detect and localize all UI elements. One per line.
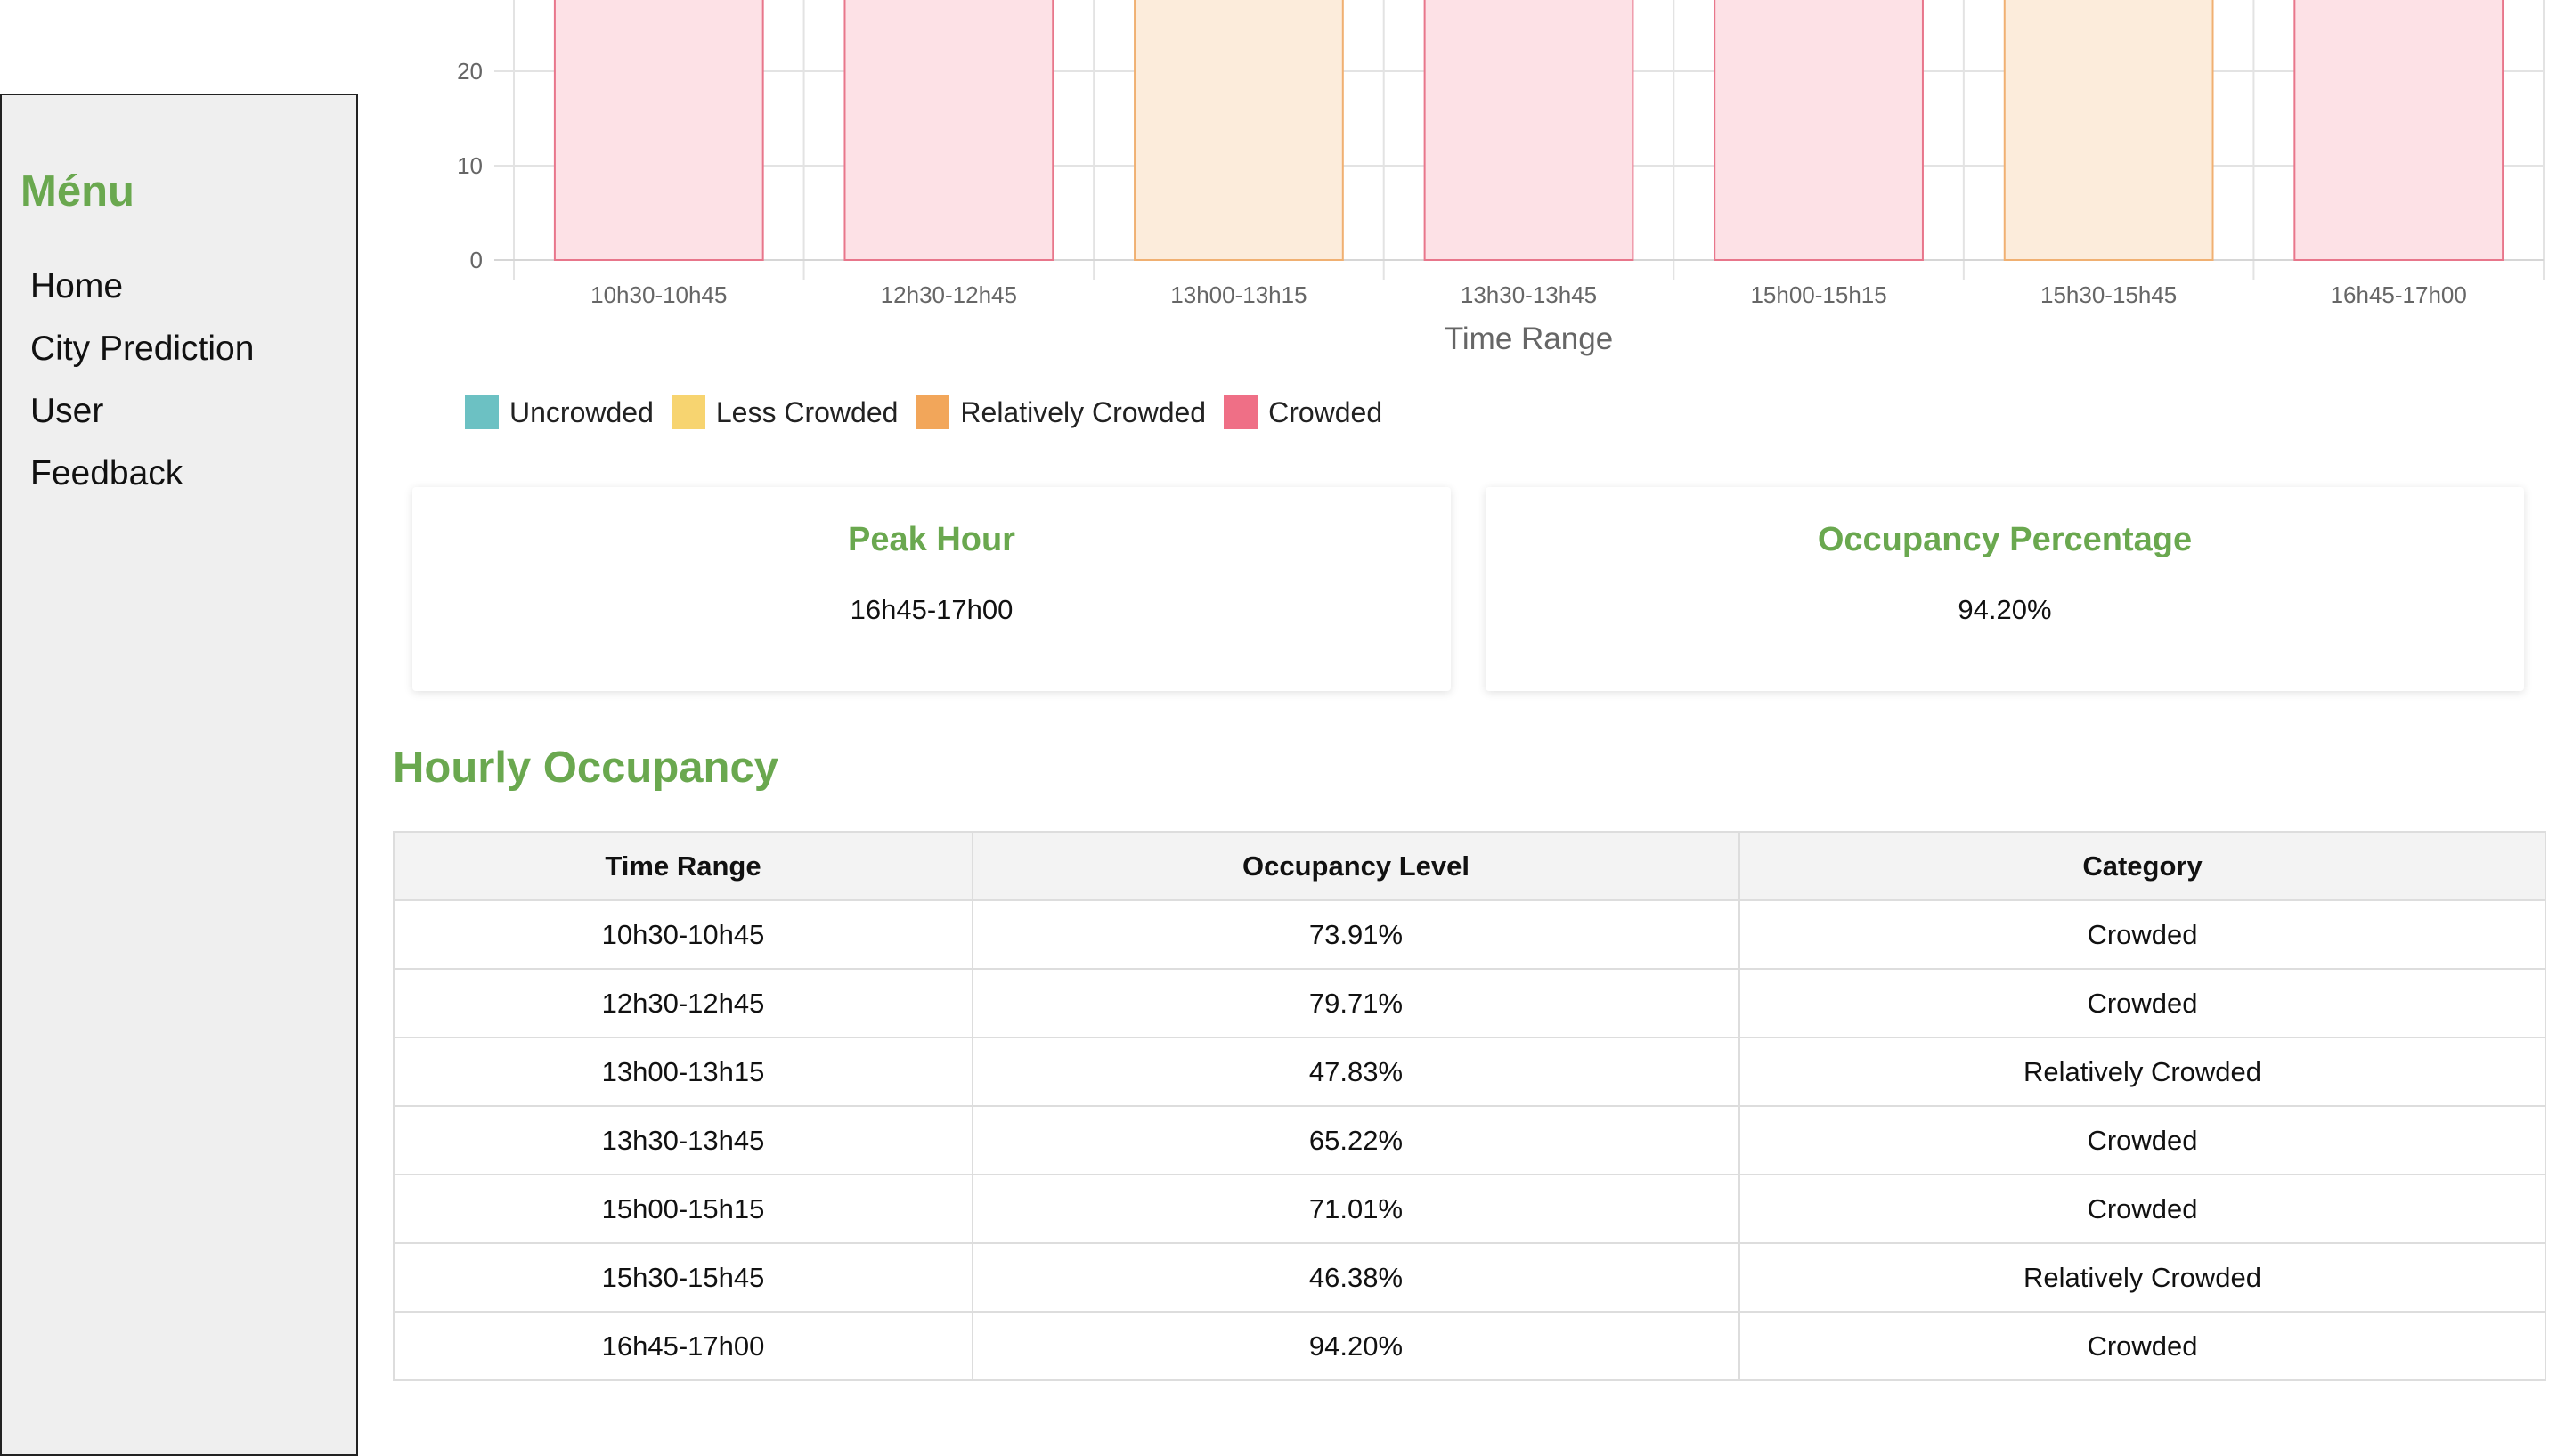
legend-label-uncrowded: Uncrowded [509,395,654,428]
bar-13h00-13h15 [1134,0,1344,261]
cell-category: Crowded [1738,1311,2546,1381]
cell-time-range: 13h00-13h15 [393,1037,973,1107]
sidebar-title: Ménu [20,167,134,216]
bar-12h30-12h45 [843,0,1054,261]
cell-time-range: 13h30-13h45 [393,1105,973,1175]
cell-time-range: 15h00-15h15 [393,1174,973,1244]
legend-label-relatively-crowded: Relatively Crowded [960,395,1207,428]
occupancy-percentage-value: 94.20% [1958,594,2052,625]
sidebar-item-feedback[interactable]: Feedback [30,443,254,505]
y-tick-label: 20 [457,58,483,85]
cell-category: Relatively Crowded [1738,1242,2546,1313]
peak-hour-title: Peak Hour [848,521,1015,558]
bar-15h30-15h45 [2003,0,2214,261]
y-tick-label: 0 [470,247,483,273]
cell-category: Crowded [1738,899,2546,970]
header-occupancy-level: Occupancy Level [972,831,1740,901]
sidebar-item-user[interactable]: User [30,380,254,443]
legend-item-crowded[interactable]: Crowded [1224,395,1382,429]
legend-label-crowded: Crowded [1268,395,1383,428]
cell-occupancy-level: 73.91% [972,899,1740,970]
cell-category: Crowded [1738,1105,2546,1175]
chart-legend: Uncrowded Less Crowded Relatively Crowde… [465,395,1400,429]
x-axis-title: Time Range [1445,321,1613,356]
cell-category: Relatively Crowded [1738,1037,2546,1107]
table-row: 15h00-15h15 71.01% Crowded [393,1174,2546,1244]
occupancy-percentage-title: Occupancy Percentage [1817,521,2193,558]
x-tick-label: 12h30-12h45 [881,281,1017,308]
peak-hour-value: 16h45-17h00 [850,594,1014,625]
legend-swatch-uncrowded [465,395,499,429]
legend-item-relatively-crowded[interactable]: Relatively Crowded [916,395,1206,429]
legend-swatch-crowded [1224,395,1258,429]
occupancy-bar-chart: 0 10 20 10h30-10h45 12h30-12h45 13h00-13h15 13… [457,0,2545,356]
x-tick-label: 15h30-15h45 [2040,281,2177,308]
legend-swatch-relatively-crowded [916,395,950,429]
x-tick-label: 16h45-17h00 [2331,281,2467,308]
table-row: 15h30-15h45 46.38% Relatively Crowded [393,1242,2546,1313]
cell-occupancy-level: 46.38% [972,1242,1740,1313]
header-time-range: Time Range [393,831,973,901]
x-tick-label: 15h00-15h15 [1750,281,1886,308]
table-row: 16h45-17h00 94.20% Crowded [393,1311,2546,1381]
bar-15h00-15h15 [1714,0,1924,261]
legend-item-uncrowded[interactable]: Uncrowded [465,395,654,429]
table-header-row: Time Range Occupancy Level Category [393,831,2546,901]
sidebar-nav: Home City Prediction User Feedback [30,256,254,505]
bar-16h45-17h00 [2293,0,2504,261]
cell-time-range: 16h45-17h00 [393,1311,973,1381]
x-tick-label: 10h30-10h45 [590,281,727,308]
cell-time-range: 12h30-12h45 [393,968,973,1038]
cell-occupancy-level: 79.71% [972,968,1740,1038]
table-row: 10h30-10h45 73.91% Crowded [393,899,2546,970]
bar-13h30-13h45 [1423,0,1634,261]
cell-category: Crowded [1738,968,2546,1038]
table-row: 13h30-13h45 65.22% Crowded [393,1105,2546,1175]
y-tick-label: 10 [457,152,483,179]
header-category: Category [1738,831,2546,901]
hourly-occupancy-title: Hourly Occupancy [393,744,778,792]
cell-occupancy-level: 47.83% [972,1037,1740,1107]
sidebar: Ménu Home City Prediction User Feedback [0,94,358,1456]
bar-10h30-10h45 [553,0,764,261]
hourly-occupancy-table: Time Range Occupancy Level Category 10h3… [393,831,2546,1381]
cell-category: Crowded [1738,1174,2546,1244]
cell-occupancy-level: 65.22% [972,1105,1740,1175]
legend-item-less-crowded[interactable]: Less Crowded [671,395,899,429]
sidebar-item-city-prediction[interactable]: City Prediction [30,318,254,380]
cell-occupancy-level: 94.20% [972,1311,1740,1381]
legend-label-less-crowded: Less Crowded [715,395,899,428]
peak-hour-card: Peak Hour 16h45-17h00 [412,487,1451,691]
cell-time-range: 15h30-15h45 [393,1242,973,1313]
x-tick-label: 13h00-13h15 [1170,281,1307,308]
cell-occupancy-level: 71.01% [972,1174,1740,1244]
table-row: 13h00-13h15 47.83% Relatively Crowded [393,1037,2546,1107]
sidebar-item-home[interactable]: Home [30,256,254,318]
legend-swatch-less-crowded [671,395,705,429]
x-tick-label: 13h30-13h45 [1461,281,1597,308]
occupancy-percentage-card: Occupancy Percentage 94.20% [1486,487,2524,691]
cell-time-range: 10h30-10h45 [393,899,973,970]
table-row: 12h30-12h45 79.71% Crowded [393,968,2546,1038]
